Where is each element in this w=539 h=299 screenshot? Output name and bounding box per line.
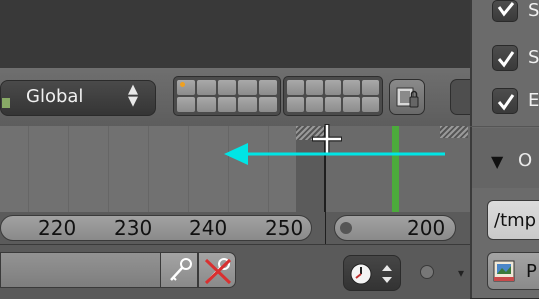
panel-divider xyxy=(470,126,539,127)
layer-button[interactable] xyxy=(217,80,237,95)
layer-button[interactable] xyxy=(287,97,304,112)
checkbox[interactable] xyxy=(492,88,518,114)
ruler-tick-label: 230 xyxy=(114,216,153,240)
checkmark-icon xyxy=(497,2,515,17)
layer-button[interactable] xyxy=(177,97,196,112)
layer-button[interactable] xyxy=(362,97,379,112)
current-frame-value: 200 xyxy=(407,216,446,240)
key-icon xyxy=(170,258,192,281)
image-icon xyxy=(493,260,515,282)
clock-icon xyxy=(350,263,392,285)
grid-line xyxy=(148,126,149,212)
checkbox-label: E xyxy=(528,90,539,111)
lock-camera-icon xyxy=(396,87,419,108)
minus-icon[interactable] xyxy=(420,265,434,279)
annotation-arrow-icon xyxy=(224,143,445,165)
frame-slider-knob-icon xyxy=(340,222,352,234)
delete-keyframe-button[interactable] xyxy=(198,252,236,288)
key-delete-icon xyxy=(204,258,232,285)
ruler-tick-label: 240 xyxy=(189,216,228,240)
checkmark-icon xyxy=(497,94,515,111)
layer-button[interactable] xyxy=(324,97,342,112)
layer-buttons-group-2[interactable] xyxy=(283,76,383,116)
layer-button[interactable] xyxy=(343,97,361,112)
layer-button[interactable] xyxy=(362,80,379,95)
orientation-icon xyxy=(2,98,10,108)
checkbox-label: S xyxy=(528,47,539,68)
grid-line xyxy=(28,126,29,212)
checkbox[interactable] xyxy=(492,0,518,22)
grid-line xyxy=(68,126,69,212)
overflow-button[interactable] xyxy=(450,79,470,115)
transform-orientation-label: Global xyxy=(26,86,84,107)
layer-button[interactable] xyxy=(258,80,277,95)
lock-camera-button[interactable] xyxy=(389,79,425,115)
ruler-tick-label: 220 xyxy=(38,216,77,240)
grid-line xyxy=(108,126,109,212)
insert-keyframe-button[interactable] xyxy=(160,252,198,288)
active-layer-dot-icon xyxy=(180,82,185,87)
layer-button[interactable] xyxy=(324,80,342,95)
layer-button[interactable] xyxy=(258,97,277,112)
layer-button[interactable] xyxy=(238,97,257,112)
playback-sync-dropdown[interactable] xyxy=(343,255,401,291)
dropdown-arrows-icon: ▲ ▼ xyxy=(128,82,138,109)
ruler-tick-label: 250 xyxy=(265,216,304,240)
layer-button[interactable] xyxy=(287,80,304,95)
viewport-area xyxy=(0,0,470,68)
checkbox[interactable] xyxy=(492,45,518,71)
chevron-down-icon[interactable]: ▾ xyxy=(458,266,464,280)
layer-button[interactable] xyxy=(197,80,216,95)
area-split-corner[interactable] xyxy=(440,126,468,138)
grid-line xyxy=(188,126,189,212)
layer-button[interactable] xyxy=(343,80,361,95)
play-rendered-label: P xyxy=(526,261,537,282)
layer-button[interactable] xyxy=(305,97,323,112)
output-section-title: O xyxy=(518,150,533,171)
layer-button[interactable] xyxy=(305,80,323,95)
checkbox-label: S xyxy=(528,0,539,21)
layer-button[interactable] xyxy=(217,97,237,112)
output-path-value: /tmp xyxy=(494,210,537,231)
checkmark-icon xyxy=(497,51,515,68)
layer-button[interactable] xyxy=(197,97,216,112)
layer-button[interactable] xyxy=(238,80,257,95)
layer-buttons-group-1[interactable] xyxy=(173,76,281,116)
triangle-down-icon[interactable]: ▼ xyxy=(491,152,503,171)
layer-button[interactable] xyxy=(177,80,196,95)
